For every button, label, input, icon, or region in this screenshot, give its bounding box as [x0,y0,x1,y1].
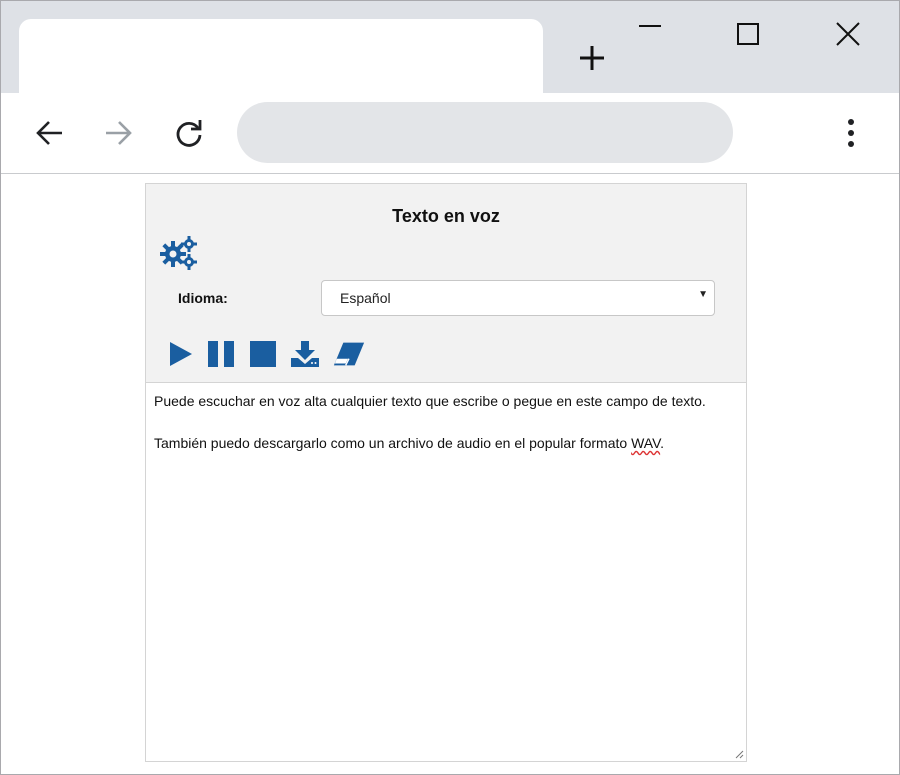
minimize-icon [639,25,661,27]
pause-icon [208,341,234,367]
maximize-icon [737,23,759,45]
stop-button[interactable] [246,338,280,370]
browser-window: Texto en voz Idioma: Español ▼ Puede esc… [0,0,900,775]
new-tab-button[interactable] [573,39,611,77]
play-icon [170,342,192,366]
arrow-right-icon [106,121,132,145]
address-bar[interactable] [237,102,733,163]
settings-button[interactable] [160,236,198,270]
tts-panel: Texto en voz Idioma: Español ▼ Puede esc… [145,183,747,762]
page-content: Texto en voz Idioma: Español ▼ Puede esc… [1,174,899,774]
eraser-icon [333,342,365,366]
erase-button[interactable] [332,338,366,370]
close-window-button[interactable] [823,9,873,59]
plus-icon [580,46,604,70]
download-button[interactable] [288,338,322,370]
text-fragment: También puedo descargarlo como un archiv… [154,435,632,451]
browser-menu-button[interactable] [831,113,871,153]
text-input-area[interactable]: Puede escuchar en voz alta cualquier tex… [146,383,746,761]
stop-icon [250,341,276,367]
play-button[interactable] [164,338,198,370]
close-icon [836,22,860,46]
page-title: Texto en voz [392,206,500,226]
download-icon [291,341,319,367]
text-fragment: . [660,435,665,451]
language-select[interactable]: Español ▼ [321,280,715,316]
reload-button[interactable] [169,113,209,153]
browser-tab[interactable] [19,19,543,93]
minimize-button[interactable] [625,9,675,59]
gears-icon [160,236,197,270]
language-label: Idioma: [178,290,228,306]
spellcheck-flagged-word: WAV [631,435,661,451]
text-paragraph: Puede escuchar en voz alta cualquier tex… [154,393,706,409]
tts-panel-header: Texto en voz Idioma: Español ▼ [146,184,746,383]
kebab-menu-icon [848,119,854,147]
forward-button[interactable] [99,113,139,153]
chevron-down-icon: ▼ [698,289,708,300]
reload-icon [176,120,202,147]
back-button[interactable] [29,113,69,153]
tab-strip [1,1,899,93]
pause-button[interactable] [204,338,238,370]
text-paragraph: También puedo descargarlo como un archiv… [154,433,738,454]
maximize-button[interactable] [723,9,773,59]
arrow-left-icon [36,121,62,145]
resize-grip-icon[interactable] [734,749,744,759]
language-select-value: Español [340,290,391,306]
browser-toolbar [1,93,899,174]
